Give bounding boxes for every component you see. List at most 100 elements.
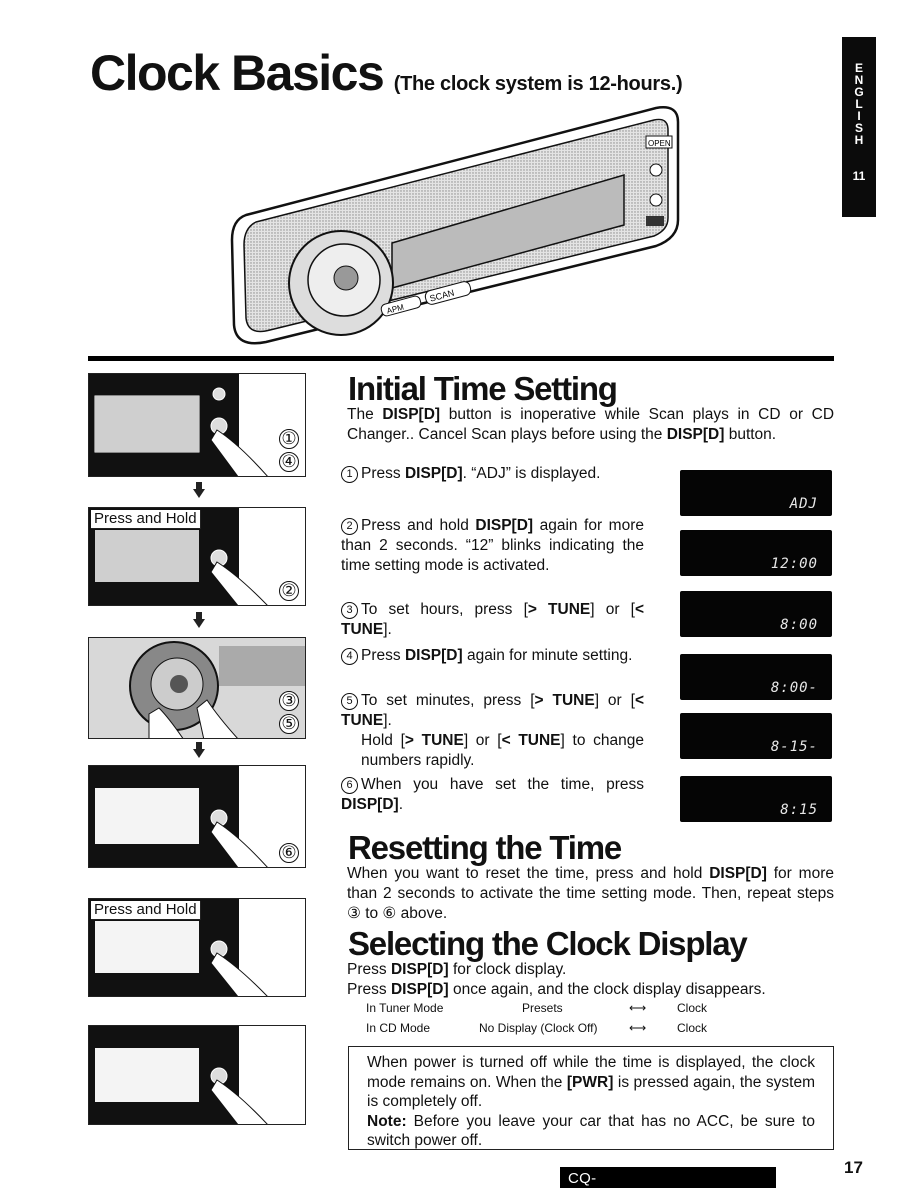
text: ]. xyxy=(383,621,392,638)
text: button. xyxy=(724,426,777,443)
double-arrow-icon: ⟷ xyxy=(629,1001,647,1015)
lcd-display-815: 8:15 xyxy=(680,776,832,822)
text: The xyxy=(347,406,383,423)
down-arrow-icon xyxy=(193,612,205,628)
language-tab-letters: E N G L I S H xyxy=(842,62,876,146)
model-number-badge: CQ-DFX77/DFX55/DF66/DF44EUC xyxy=(560,1167,786,1188)
step-2: 2 Press and hold DISP[D] again for more t… xyxy=(341,516,644,576)
page-title: Clock Basics (The clock system is 12-hou… xyxy=(90,44,683,102)
text: When you have set the time, press xyxy=(361,776,644,793)
faceplate-closeup-icon xyxy=(89,766,268,867)
text: . xyxy=(398,796,404,813)
text: Press xyxy=(347,961,391,978)
text: Hold [ xyxy=(361,732,405,749)
thumbnail-step-2: Press and Hold ② xyxy=(88,507,306,606)
button-ref: DISP[D] xyxy=(475,517,534,534)
button-ref: > TUNE xyxy=(527,601,591,618)
mode-to: Clock xyxy=(677,1021,708,1035)
text: Before you leave your car that has no AC… xyxy=(367,1112,815,1150)
step-badge: ⑥ xyxy=(279,843,299,863)
button-ref: > TUNE xyxy=(534,692,595,709)
down-arrow-icon xyxy=(193,482,205,498)
text: for clock display. xyxy=(448,961,567,978)
mode-name: In Tuner Mode xyxy=(366,1001,444,1015)
mode-from: No Display (Clock Off) xyxy=(479,1021,598,1035)
selecting-line-2: Press DISP[D] once again, and the clock … xyxy=(347,980,834,1000)
step-badges: ⑥ xyxy=(279,840,299,863)
page-title-main: Clock Basics xyxy=(90,45,385,101)
thumbnail-step-6: ⑥ xyxy=(88,765,306,868)
step-badges: ② xyxy=(279,578,299,601)
text: Press and hold xyxy=(361,517,476,534)
svg-text:OPEN: OPEN xyxy=(648,139,671,148)
heading-selecting-clock-display: Selecting the Clock Display xyxy=(348,925,748,962)
lcd-display-adj: ADJ xyxy=(680,470,832,516)
lcd-display-800-min: 8:00- xyxy=(680,654,832,700)
step-6: 6 When you have set the time, press DISP[… xyxy=(341,775,644,815)
note-paragraph: When power is turned off while the time … xyxy=(367,1053,815,1112)
thumbnail-clock-display xyxy=(88,1025,306,1125)
faceplate-closeup-icon xyxy=(89,1026,268,1124)
text: Press xyxy=(361,647,405,664)
lcd-display-815-blink: 8-15- xyxy=(680,713,832,759)
lcd-display-800: 8:00 xyxy=(680,591,832,637)
press-and-hold-label: Press and Hold xyxy=(91,510,201,529)
page-number: 17 xyxy=(844,1158,863,1177)
step-5-hold: Hold [> TUNE] or [< TUNE] to change numb… xyxy=(341,731,644,771)
faceplate-illustration: SCAN APM OPEN xyxy=(230,106,680,345)
faceplate-closeup-icon xyxy=(89,374,268,476)
note-label: Note: xyxy=(367,1112,407,1130)
language-tab-number: 11 xyxy=(852,169,866,183)
mode-name: In CD Mode xyxy=(366,1021,431,1035)
note-box: When power is turned off while the time … xyxy=(348,1046,834,1150)
button-ref: < TUNE xyxy=(501,732,561,749)
lcd-text: 8:00- xyxy=(770,680,818,696)
text: . “ADJ” is displayed. xyxy=(462,465,601,482)
lcd-text: 8:15 xyxy=(780,802,818,818)
button-ref: DISP[D] xyxy=(666,426,725,443)
button-ref: > TUNE xyxy=(404,732,464,749)
step-badge: ④ xyxy=(279,452,299,472)
text: To set hours, press [ xyxy=(361,601,528,618)
tab-letter: H xyxy=(854,133,864,147)
text: Press xyxy=(361,465,405,482)
button-ref: DISP[D] xyxy=(382,406,441,423)
button-ref: DISP[D] xyxy=(404,647,463,664)
resetting-paragraph: When you want to reset the time, press a… xyxy=(347,864,834,924)
step-badge: ① xyxy=(279,429,299,449)
step-badge: ② xyxy=(279,581,299,601)
text: ] or [ xyxy=(594,692,635,709)
button-ref: DISP[D] xyxy=(709,865,767,882)
page-subtitle: (The clock system is 12-hours.) xyxy=(393,73,683,95)
text: ] or [ xyxy=(463,732,502,749)
language-tab: E N G L I S H 11 xyxy=(842,37,876,217)
heading-initial-time-setting: Initial Time Setting xyxy=(348,370,618,407)
text: When you want to reset the time, press a… xyxy=(347,865,710,882)
step-number: 5 xyxy=(341,693,358,710)
step-number: 1 xyxy=(341,466,358,483)
note-warning: Note: Before you leave your car that has… xyxy=(367,1112,815,1151)
down-arrow-icon xyxy=(193,742,205,758)
lcd-text: 12:00 xyxy=(770,556,818,572)
text: again for minute setting. xyxy=(462,647,633,664)
press-and-hold-label: Press and Hold xyxy=(91,901,201,920)
thumbnail-step-3-5: ③ ⑤ xyxy=(88,637,306,739)
lcd-text: ADJ xyxy=(789,496,818,512)
step-number: 4 xyxy=(341,648,358,665)
step-number: 3 xyxy=(341,602,358,619)
step-4: 4 Press DISP[D] again for minute setting. xyxy=(341,646,644,666)
text: ]. xyxy=(383,712,392,729)
thumbnail-reset: Press and Hold xyxy=(88,898,306,997)
button-ref: DISP[D] xyxy=(390,981,449,998)
step-3: 3 To set hours, press [> TUNE] or [< TUNE… xyxy=(341,600,644,640)
button-ref: DISP[D] xyxy=(404,465,463,482)
lcd-display-1200: 12:00 xyxy=(680,530,832,576)
text: once again, and the clock display disapp… xyxy=(448,981,766,998)
lcd-text: 8-15- xyxy=(770,739,818,755)
thumbnail-step-1-4: ① ④ xyxy=(88,373,306,477)
step-badges: ① ④ xyxy=(279,426,299,472)
section-divider xyxy=(88,356,834,361)
step-badges: ③ ⑤ xyxy=(279,688,299,734)
step-number: 6 xyxy=(341,777,358,794)
heading-resetting-the-time: Resetting the Time xyxy=(348,829,622,866)
